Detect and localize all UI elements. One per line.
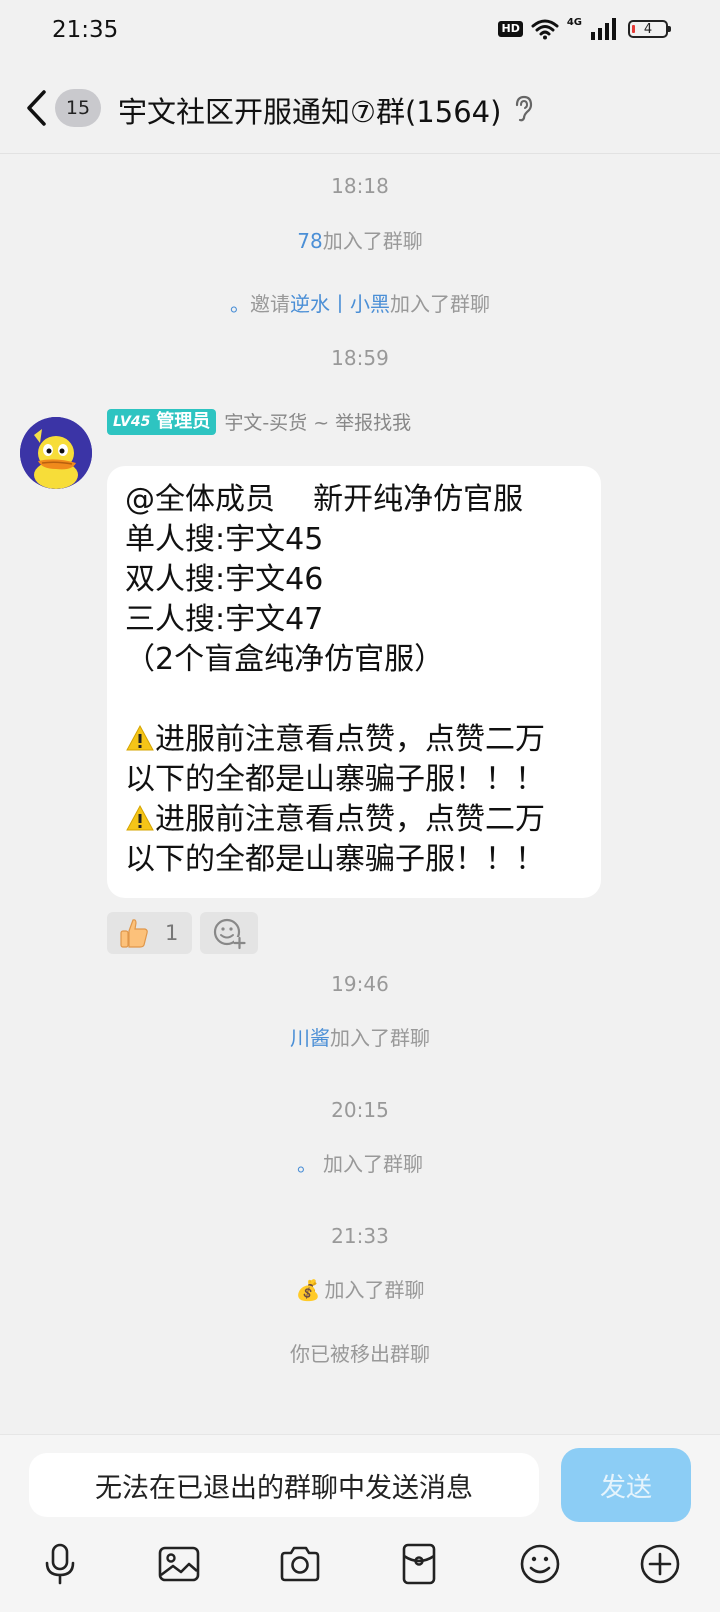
system-message-join: 川酱加入了群聊 — [0, 1022, 720, 1051]
chevron-left-icon — [27, 90, 46, 126]
level-label: LV45 — [113, 413, 151, 430]
signal-icon — [591, 18, 616, 40]
message-line: 双人搜:宇文46 — [125, 562, 324, 597]
warning-icon — [126, 724, 154, 751]
red-packet-button[interactable] — [395, 1540, 443, 1588]
camera-button[interactable] — [276, 1540, 324, 1588]
back-button[interactable] — [24, 86, 54, 130]
system-message-text: 加入了群聊 — [324, 1278, 425, 1302]
microphone-icon — [45, 1543, 75, 1585]
avatar[interactable] — [20, 417, 92, 489]
status-time: 21:35 — [52, 17, 119, 43]
network-type-icon: 4G — [566, 17, 582, 28]
duck-avatar-icon — [20, 417, 92, 489]
message-line: 三人搜:宇文47 — [125, 602, 324, 637]
message-line: @全体成员 新开纯净仿官服 — [125, 482, 524, 517]
image-icon — [158, 1546, 200, 1582]
sender-name[interactable]: 宇文-买货 ~ 举报找我 — [224, 408, 411, 435]
user-link[interactable]: 78 — [297, 229, 322, 253]
role-label: 管理员 — [156, 410, 211, 432]
battery-level: 4 — [643, 21, 653, 37]
composer: 无法在已退出的群聊中发送消息 发送 — [0, 1434, 720, 1612]
red-packet-icon — [402, 1543, 436, 1585]
system-message-text: 加入了群聊 — [322, 229, 423, 253]
system-message-text: 加入了群聊 — [330, 1026, 430, 1050]
user-link[interactable]: 逆水丨小黑 — [290, 292, 390, 316]
plus-circle-icon — [640, 1544, 680, 1584]
battery-icon: 4 — [628, 20, 671, 38]
admin-badge: LV45 管理员 — [107, 408, 217, 435]
message-line: （2个盲盒纯净仿官服） — [125, 642, 445, 677]
message-line: 以下的全都是山寨骗子服！！！ — [125, 842, 545, 877]
message-input[interactable]: 无法在已退出的群聊中发送消息 — [29, 1453, 539, 1517]
sender-info: LV45 管理员 宇文-买货 ~ 举报找我 — [107, 408, 411, 435]
user-link[interactable]: 。 — [297, 1152, 317, 1176]
reaction-count: 1 — [165, 921, 179, 945]
timestamp: 20:15 — [331, 1098, 389, 1122]
wifi-icon — [531, 19, 559, 40]
add-emoji-icon — [214, 918, 246, 950]
more-button[interactable] — [636, 1540, 684, 1588]
user-link[interactable]: 川酱 — [290, 1026, 330, 1050]
voice-button[interactable] — [36, 1540, 84, 1588]
system-message-invite: 。邀请逆水丨小黑加入了群聊 — [0, 288, 720, 317]
message-line — [125, 680, 583, 720]
message-line: 以下的全都是山寨骗子服！！！ — [125, 762, 545, 797]
input-toolbar — [0, 1540, 720, 1596]
reaction-bar: 1 — [107, 912, 259, 954]
camera-icon — [280, 1546, 320, 1582]
status-icons: HD 4G 4 — [498, 17, 671, 40]
warning-text: 进服前注意看点赞，点赞二万 — [155, 722, 545, 757]
timestamp: 21:33 — [331, 1224, 389, 1248]
message-line: 单人搜:宇文45 — [125, 522, 324, 557]
system-message-join: 。加入了群聊 — [0, 1148, 720, 1177]
timestamp: 18:59 — [331, 346, 389, 370]
unread-count-badge[interactable]: 15 — [55, 89, 101, 127]
system-message-text: 加入了群聊 — [390, 292, 490, 316]
user-link[interactable]: 💰 — [296, 1278, 321, 1302]
removed-notice: 你已被移出群聊 — [290, 1342, 430, 1366]
message-line-warning: 进服前注意看点赞，点赞二万 — [125, 800, 583, 840]
thumbs-up-reaction[interactable]: 1 — [107, 912, 193, 954]
warning-text: 进服前注意看点赞，点赞二万 — [155, 802, 545, 837]
status-bar: 21:35 HD 4G 4 — [0, 0, 720, 64]
system-message-text: 加入了群聊 — [323, 1152, 423, 1176]
photo-button[interactable] — [155, 1540, 203, 1588]
ear-icon[interactable] — [513, 94, 533, 122]
warning-icon — [126, 804, 154, 831]
send-button[interactable]: 发送 — [561, 1448, 691, 1522]
chat-header: 15 宇文社区开服通知⑦群(1564) — [0, 64, 720, 154]
add-reaction-button[interactable] — [200, 912, 259, 954]
message-line-warning: 进服前注意看点赞，点赞二万 — [125, 720, 583, 760]
system-message-join: 💰 加入了群聊 — [0, 1274, 720, 1303]
timestamp: 19:46 — [331, 972, 389, 996]
hd-icon: HD — [498, 21, 523, 37]
message-bubble[interactable]: @全体成员 新开纯净仿官服 单人搜:宇文45 双人搜:宇文46 三人搜:宇文47… — [107, 466, 601, 898]
system-message-text: 邀请 — [250, 292, 290, 316]
system-message-join: 78加入了群聊 — [0, 225, 720, 254]
user-link[interactable]: 。 — [230, 292, 250, 316]
smiley-icon — [520, 1544, 560, 1584]
thumbs-up-icon — [120, 919, 148, 948]
chat-messages[interactable]: 18:18 78加入了群聊 。邀请逆水丨小黑加入了群聊 18:59 LV45 管… — [0, 154, 720, 1434]
group-title[interactable]: 宇文社区开服通知⑦群(1564) — [118, 89, 501, 131]
timestamp: 18:18 — [331, 174, 389, 198]
emoji-button[interactable] — [516, 1540, 564, 1588]
